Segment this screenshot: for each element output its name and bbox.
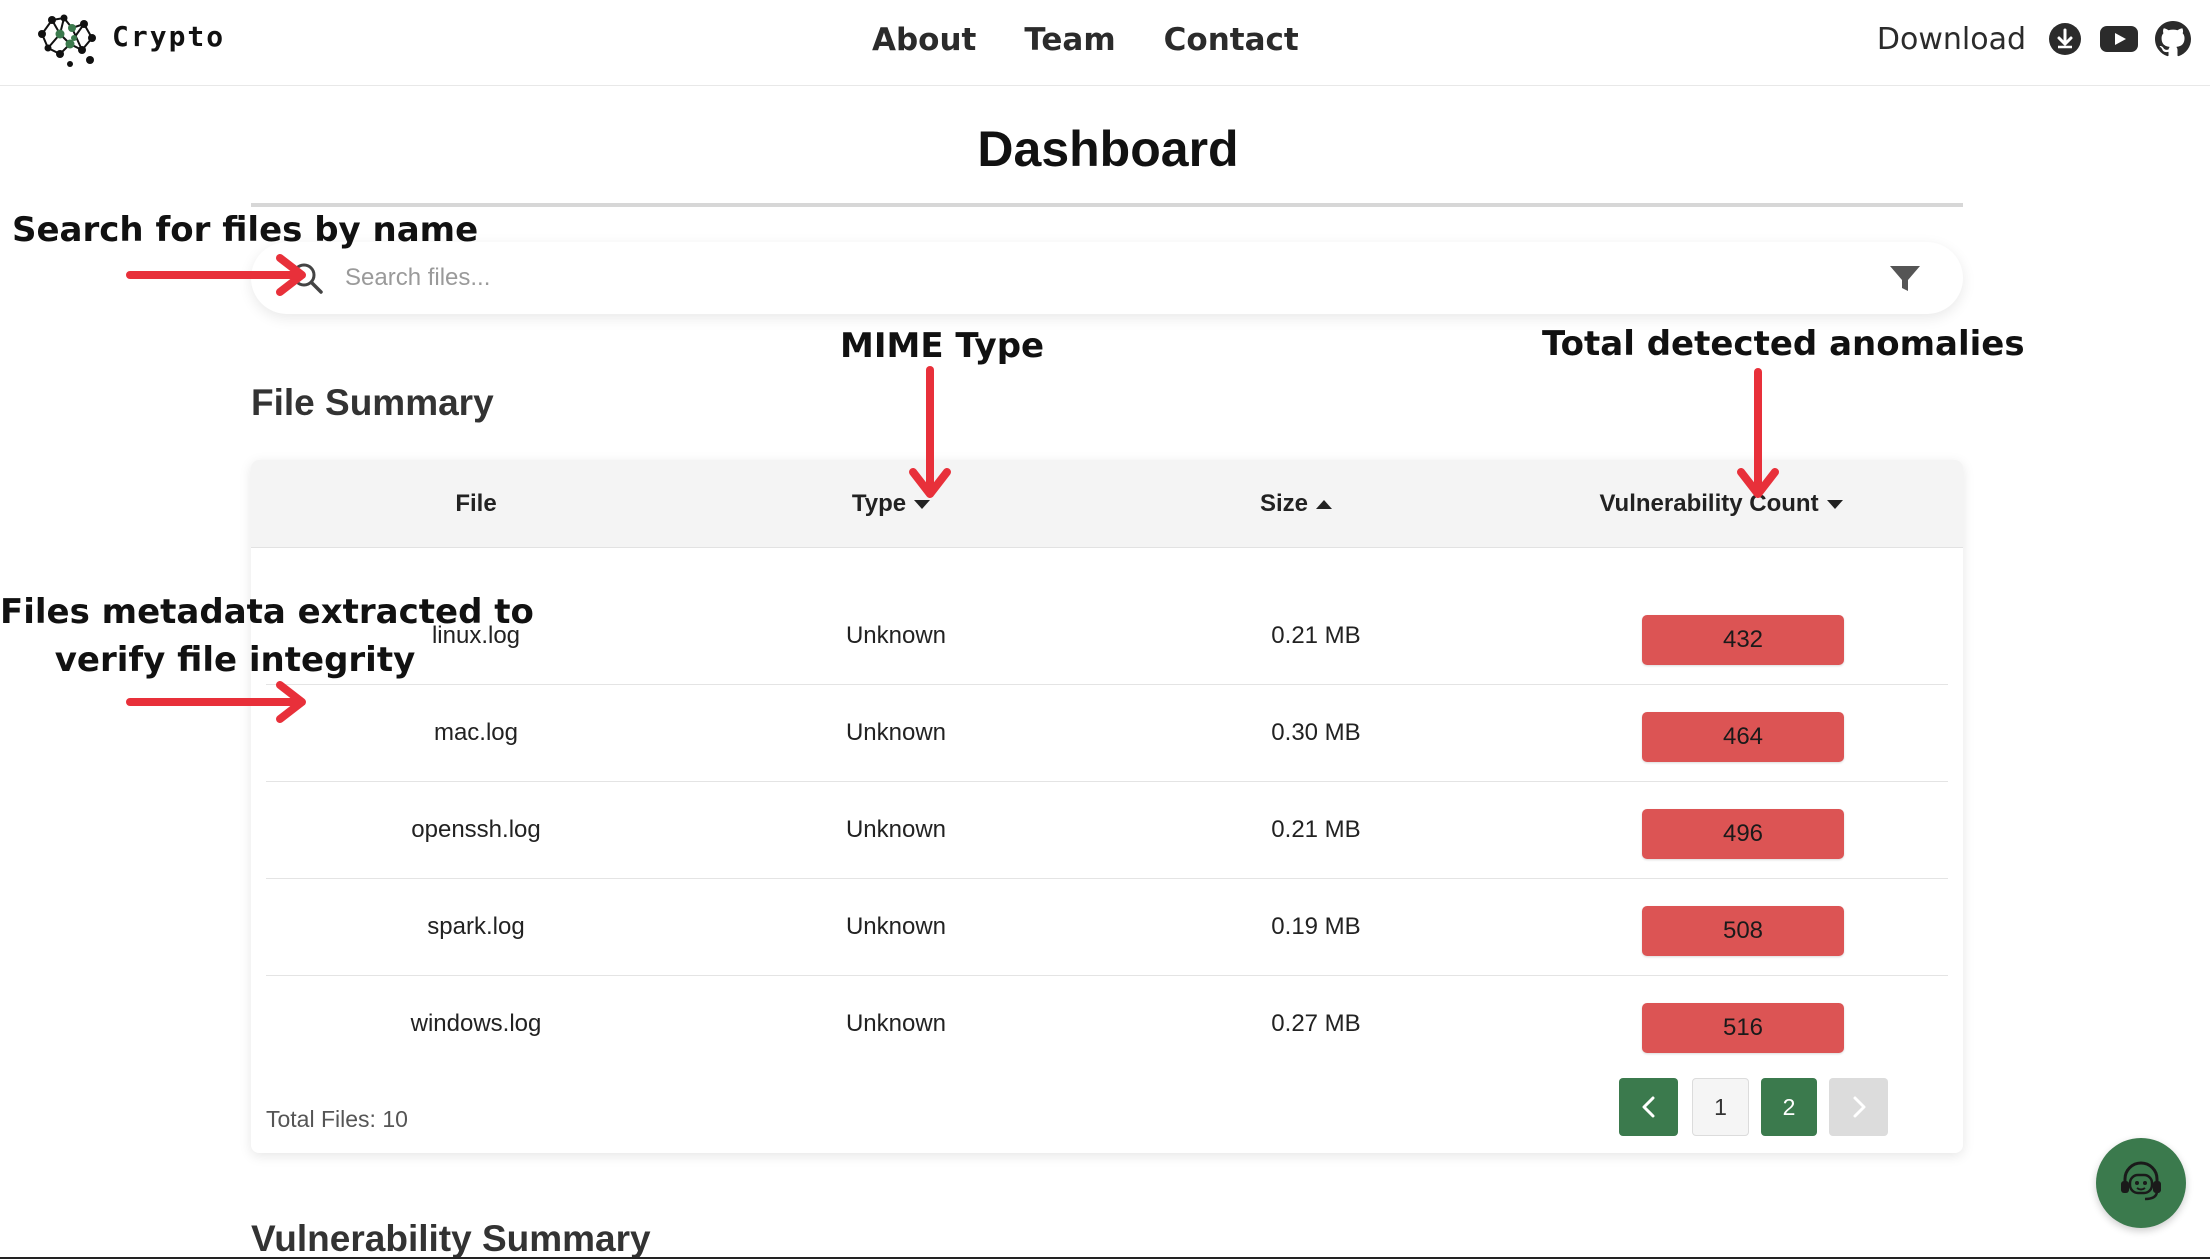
file-name: openssh.log <box>411 816 541 843</box>
support-agent-icon <box>2121 1161 2161 1201</box>
nav-link-contact[interactable]: Contact <box>1164 22 1299 58</box>
vulnerability-summary-title: Vulnerability Summary <box>251 1218 651 1259</box>
title-divider <box>251 203 1963 207</box>
vulnerability-count-badge[interactable]: 432 <box>1642 615 1844 665</box>
table-row[interactable]: openssh.log Unknown 0.21 MB 496 <box>266 782 1948 879</box>
download-icon[interactable] <box>2046 20 2084 58</box>
file-name: windows.log <box>410 1010 542 1037</box>
sort-asc-icon <box>1316 500 1333 510</box>
column-header-type[interactable]: Type <box>771 490 1011 518</box>
vulnerability-count-badge[interactable]: 464 <box>1642 712 1844 762</box>
file-size: 0.30 MB <box>1271 719 1361 746</box>
search-icon <box>292 263 323 294</box>
file-summary-title: File Summary <box>251 382 494 423</box>
support-chat-button[interactable] <box>2096 1138 2186 1228</box>
chevron-left-icon <box>1642 1096 1654 1118</box>
filter-icon[interactable] <box>1885 258 1925 298</box>
pagination-page-1[interactable]: 1 <box>1692 1078 1749 1136</box>
vulnerability-count-badge[interactable]: 508 <box>1642 906 1844 956</box>
download-link[interactable]: Download <box>1877 22 2026 57</box>
file-size: 0.21 MB <box>1271 816 1361 843</box>
nav-actions: Download <box>1877 20 2192 58</box>
file-type: Unknown <box>845 719 947 746</box>
total-files-count: Total Files: 10 <box>266 1106 408 1132</box>
file-summary-table: File Type Size Vulnerability Count linux… <box>251 460 1963 1153</box>
column-header-label: File <box>455 490 497 517</box>
annotation-metadata-line2: verify file integrity <box>54 640 416 680</box>
github-icon[interactable] <box>2154 20 2192 58</box>
file-type: Unknown <box>845 1010 947 1037</box>
column-header-vulnerability-count[interactable]: Vulnerability Count <box>1551 490 1891 518</box>
table-row[interactable]: spark.log Unknown 0.19 MB 508 <box>266 879 1948 976</box>
file-size: 0.27 MB <box>1271 1010 1361 1037</box>
table-header: File Type Size Vulnerability Count <box>251 460 1963 548</box>
nav-links: About Team Contact <box>872 22 1299 58</box>
bottom-border <box>0 1257 2210 1259</box>
vulnerability-count-badge[interactable]: 496 <box>1642 809 1844 859</box>
page-title: Dashboard <box>977 121 1239 177</box>
annotation-mime-type: MIME Type <box>840 326 1045 366</box>
brand-name: Crypto <box>112 19 226 53</box>
sort-desc-icon <box>1826 500 1843 510</box>
file-name: spark.log <box>427 913 525 940</box>
nav-link-about[interactable]: About <box>872 22 976 58</box>
sort-desc-icon <box>914 500 931 510</box>
chevron-right-icon <box>1853 1096 1865 1118</box>
search-bar <box>251 242 1963 314</box>
table-row[interactable]: mac.log Unknown 0.30 MB 464 <box>266 685 1948 782</box>
logo-icon <box>38 14 96 67</box>
file-size: 0.21 MB <box>1271 622 1361 649</box>
top-navbar: Crypto About Team Contact Download <box>0 0 2210 86</box>
column-header-label: Vulnerability Count <box>1599 490 1819 517</box>
annotation-metadata-line1: Files metadata extracted to <box>0 592 534 632</box>
column-header-file[interactable]: File <box>386 490 566 518</box>
table-row[interactable]: windows.log Unknown 0.27 MB 516 <box>266 976 1948 1073</box>
file-size: 0.19 MB <box>1271 913 1361 940</box>
file-type: Unknown <box>845 622 947 649</box>
search-input[interactable] <box>345 256 1845 300</box>
column-header-label: Size <box>1259 490 1309 517</box>
column-header-label: Type <box>851 490 907 517</box>
vulnerability-count-badge[interactable]: 516 <box>1642 1003 1844 1053</box>
file-type: Unknown <box>845 913 947 940</box>
annotation-search: Search for files by name <box>12 210 479 250</box>
dashboard-page: Crypto About Team Contact Download Dashb… <box>0 0 2210 1260</box>
column-header-size[interactable]: Size <box>1206 490 1386 518</box>
youtube-icon[interactable] <box>2100 20 2138 58</box>
pagination-next-button[interactable] <box>1829 1078 1888 1136</box>
pagination-page-2[interactable]: 2 <box>1761 1078 1817 1136</box>
brand-logo[interactable]: Crypto <box>30 4 225 68</box>
nav-link-team[interactable]: Team <box>1024 22 1115 58</box>
annotation-anomalies: Total detected anomalies <box>1542 324 2025 364</box>
pagination-prev-button[interactable] <box>1619 1078 1678 1136</box>
file-name: mac.log <box>433 719 519 746</box>
file-type: Unknown <box>845 816 947 843</box>
